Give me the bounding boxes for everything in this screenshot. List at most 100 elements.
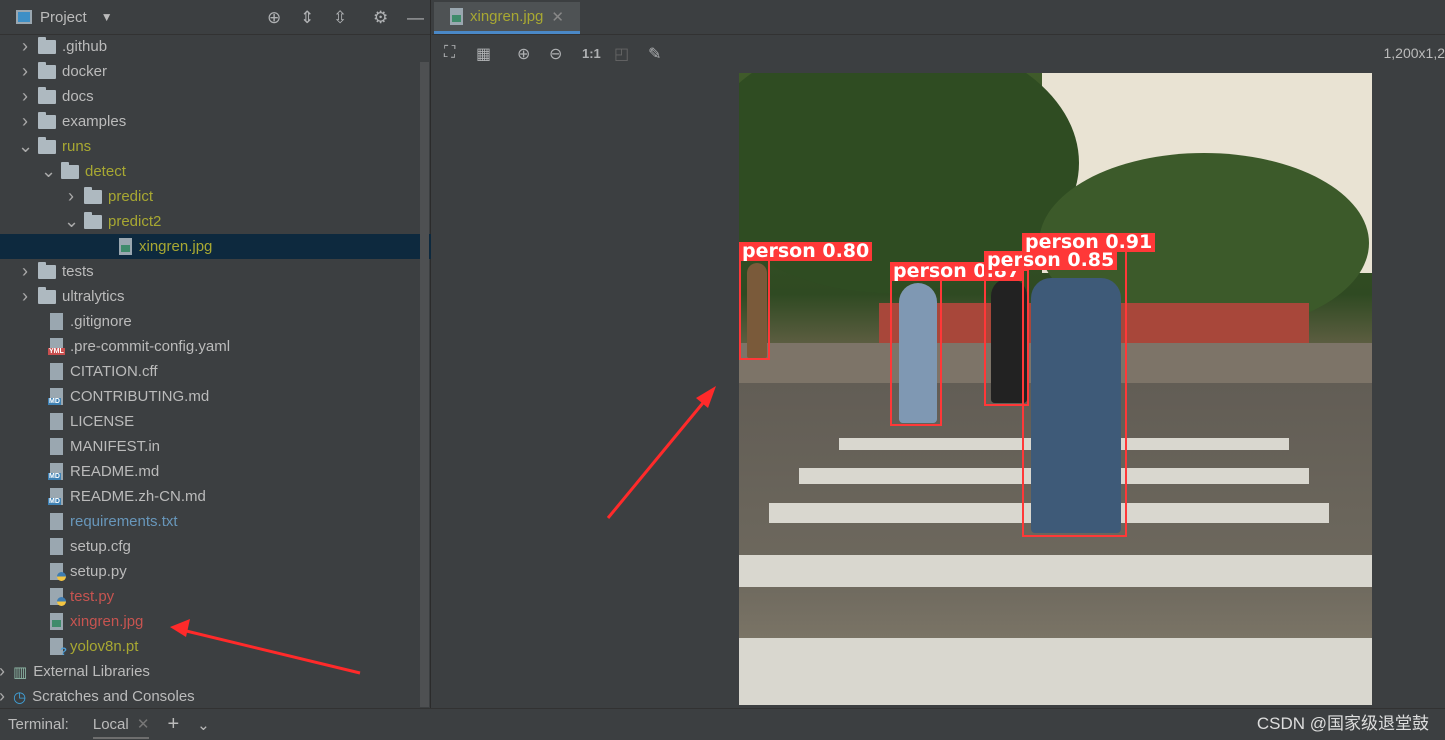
add-terminal-icon[interactable]: + [167, 713, 179, 736]
tree-item[interactable]: setup.cfg [0, 534, 431, 559]
file-icon [48, 488, 63, 505]
terminal-tab-label: Local [92, 715, 129, 733]
folder-icon [38, 261, 56, 279]
folder-icon [84, 211, 102, 229]
chevron-right-icon[interactable]: › [18, 86, 32, 107]
tree-item-label: docker [62, 63, 108, 80]
locate-icon[interactable]: ⊕ [267, 8, 281, 28]
close-icon[interactable]: ✕ [551, 8, 564, 26]
color-picker-icon[interactable]: ✎ [648, 44, 661, 64]
scrollbar[interactable] [420, 62, 429, 707]
background-icon[interactable]: ◰ [614, 44, 629, 64]
chevron-right-icon[interactable]: › [18, 261, 32, 282]
tree-item[interactable]: xingren.jpg [0, 234, 431, 259]
file-icon [48, 338, 65, 355]
arrow-to-image [606, 391, 714, 519]
tree-item[interactable]: .pre-commit-config.yaml [0, 334, 431, 359]
collapse-all-icon[interactable]: ⇳ [333, 8, 347, 28]
chevron-right-icon[interactable]: › [18, 111, 32, 132]
project-view-selector[interactable]: Project [40, 9, 87, 26]
chevron-right-icon[interactable]: › [0, 686, 9, 707]
tree-item[interactable]: LICENSE [0, 409, 431, 434]
scratches-icon: ◷ [13, 688, 27, 706]
tree-item[interactable]: › ultralytics [0, 284, 431, 309]
tree-item[interactable]: ⌄ runs [0, 134, 431, 159]
folder-icon [38, 111, 56, 129]
tree-item-label: setup.cfg [70, 538, 131, 555]
tree-item[interactable]: › .github [0, 34, 431, 59]
tree-item[interactable]: CONTRIBUTING.md [0, 384, 431, 409]
file-icon [48, 388, 63, 405]
image-file-icon [119, 238, 132, 255]
tree-item-label: xingren.jpg [139, 238, 213, 255]
tree-item[interactable]: README.zh-CN.md [0, 484, 431, 509]
tree-item[interactable]: ⌄ predict2 [0, 209, 431, 234]
tree-item[interactable]: setup.py [0, 559, 431, 584]
tree-item-label: predict [108, 188, 154, 205]
tree-item-label: examples [62, 113, 127, 130]
image-dimensions: 1,200x1,2 [1383, 45, 1445, 61]
tree-item[interactable]: › docker [0, 59, 431, 84]
expand-all-icon[interactable]: ⇕ [300, 8, 314, 28]
tree-item[interactable]: yolov8n.pt [0, 634, 431, 659]
library-icon: ▥ [13, 663, 28, 681]
project-panel: Project ▼ ⊕ ⇕ ⇳ ⚙ — › .github › docker › docs… [0, 0, 431, 708]
python-file-icon [50, 588, 66, 606]
chevron-down-icon[interactable]: ⌄ [197, 716, 210, 734]
tree-item-label: .github [62, 38, 108, 55]
project-icon [16, 10, 32, 24]
tree-item-label: Scratches and Consoles [32, 688, 195, 705]
tab-xingren-jpg[interactable]: xingren.jpg ✕ [434, 2, 580, 34]
tree-item[interactable]: MANIFEST.in [0, 434, 431, 459]
close-icon[interactable]: ✕ [137, 716, 150, 733]
tree-item[interactable]: requirements.txt [0, 509, 431, 534]
folder-icon [38, 36, 56, 54]
terminal-label: Terminal: [8, 716, 69, 733]
chevron-right-icon[interactable]: › [18, 36, 32, 57]
detection-label: person 0.91 [1022, 233, 1156, 252]
chevron-down-icon[interactable]: ⌄ [18, 136, 33, 157]
zoom-in-icon[interactable]: ⊕ [517, 44, 530, 64]
folder-icon [38, 136, 56, 154]
tree-item[interactable]: README.md [0, 459, 431, 484]
tree-item[interactable]: xingren.jpg [0, 609, 431, 634]
actual-size-button[interactable]: 1:1 [582, 46, 601, 61]
tree-item[interactable]: ⌄ detect [0, 159, 431, 184]
tree-item[interactable]: .gitignore [0, 309, 431, 334]
image-preview: person 0.80 person 0.87 person 0.85 pers… [739, 73, 1372, 705]
gear-icon[interactable]: ⚙ [373, 8, 388, 28]
chevron-down-icon[interactable]: ⌄ [64, 211, 79, 232]
tree-item-label: External Libraries [33, 663, 150, 680]
chevron-right-icon[interactable]: › [64, 186, 78, 207]
chevron-right-icon[interactable]: › [18, 61, 32, 82]
zoom-out-icon[interactable]: ⊖ [549, 44, 562, 64]
chevron-right-icon[interactable]: › [0, 661, 9, 682]
chevron-down-icon[interactable]: ⌄ [41, 161, 56, 182]
chevron-right-icon[interactable]: › [18, 286, 32, 307]
tree-item[interactable]: ›▥ External Libraries [0, 659, 431, 684]
folder-icon [38, 86, 56, 104]
tree-item-label: MANIFEST.in [70, 438, 161, 455]
tree-item[interactable]: ›◷ Scratches and Consoles [0, 684, 431, 709]
fit-zoom-icon[interactable]: ⛶ [444, 44, 455, 62]
minimize-icon[interactable]: — [407, 8, 424, 28]
folder-icon [38, 286, 56, 304]
file-icon [50, 413, 63, 430]
grid-icon[interactable]: ▦ [476, 44, 491, 64]
tree-item[interactable]: › examples [0, 109, 431, 134]
tree-item-label: runs [62, 138, 92, 155]
tree-item[interactable]: › docs [0, 84, 431, 109]
tree-item-label: CONTRIBUTING.md [70, 388, 210, 405]
tree-item-label: CITATION.cff [70, 363, 158, 380]
tree-item-label: ultralytics [62, 288, 125, 305]
image-file-icon [50, 613, 63, 630]
tree-item[interactable]: › predict [0, 184, 431, 209]
tree-item-label: tests [62, 263, 94, 280]
terminal-tab-local[interactable]: Local ✕ [92, 711, 150, 739]
tree-item[interactable]: test.py [0, 584, 431, 609]
chevron-down-icon[interactable]: ▼ [101, 10, 113, 24]
tree-item[interactable]: CITATION.cff [0, 359, 431, 384]
tree-item[interactable]: › tests [0, 259, 431, 284]
detection-label: person 0.80 [739, 242, 873, 261]
file-icon [50, 438, 63, 455]
